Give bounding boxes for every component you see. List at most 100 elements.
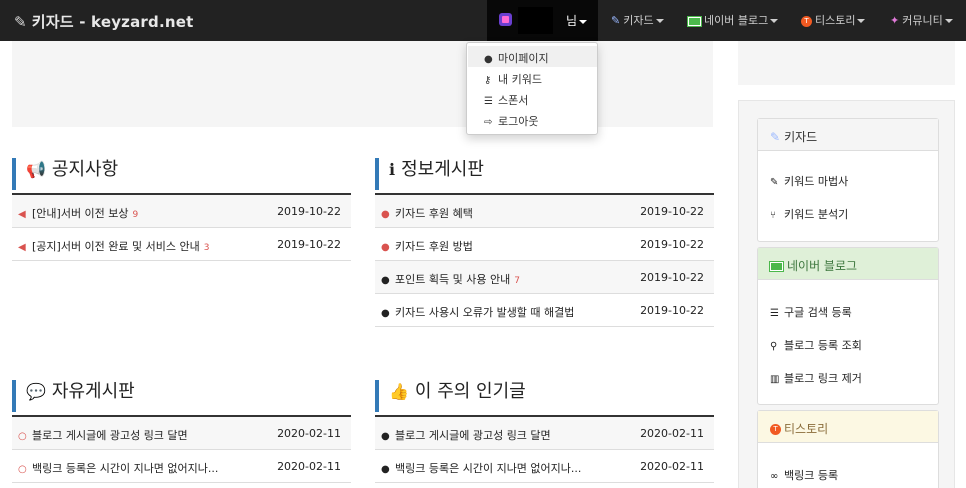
nav-menu-community[interactable]: ✦ 커뮤니티 [890, 12, 953, 28]
comments-icon: 💬 [26, 382, 46, 401]
user-suffix: 님 [566, 12, 588, 29]
menu-item-my-keywords[interactable]: ⚷ 내 키워드 [468, 67, 597, 88]
thumbs-up-icon: 👍 [389, 382, 409, 401]
magic-wand-icon: ✎ [611, 14, 621, 27]
trash-icon: ▥ [770, 374, 780, 385]
board-row[interactable]: ◀ [공지]서버 이전 완료 및 서비스 안내 3 2019-10-22 [12, 228, 351, 261]
megaphone-icon: ◀ [18, 209, 26, 220]
comments-icon: ● [381, 431, 390, 442]
board-notice: 📢 공지사항 ◀ [안내]서버 이전 보상 9 2019-10-22 ◀ [공지]서버 … [12, 158, 351, 261]
search-icon: ⚲ [770, 341, 778, 352]
post-title[interactable]: ● 포인트 획득 및 사용 안내 7 [381, 271, 520, 287]
comments-icon: ● [381, 464, 390, 475]
board-row[interactable]: ● 백링크 등록은 시간이 지나면 없어지나... 2020-02-11 [375, 450, 714, 483]
post-title[interactable]: ○ 블로그 게시글에 광고성 링크 달면 [18, 427, 188, 443]
nav-menu-tistory[interactable]: T 티스토리 [801, 12, 866, 28]
board-title[interactable]: ℹ 정보게시판 [375, 158, 714, 190]
board-row[interactable]: ● 키자드 후원 방법 2019-10-22 [375, 228, 714, 261]
board-row[interactable]: ◀ [안내]서버 이전 보상 9 2019-10-22 [12, 195, 351, 228]
info-circle-icon: ● [381, 308, 390, 319]
comment-count: 9 [132, 210, 139, 220]
menu-item-logout[interactable]: ⇨ 로그아웃 [468, 109, 597, 130]
post-title[interactable]: ◀ [안내]서버 이전 보상 9 [18, 205, 138, 221]
post-date: 2020-02-11 [277, 427, 341, 440]
sidebar-link-keyword-analyzer[interactable]: ⑂ 키워드 분석기 [770, 206, 848, 222]
sidebar-link-blog-remove[interactable]: ▥ 블로그 링크 제거 [770, 370, 862, 386]
exclamation-circle-icon: ● [381, 242, 390, 253]
menu-item-mypage[interactable]: ● 마이페이지 [468, 46, 597, 67]
board-info: ℹ 정보게시판 ● 키자드 후원 혜택 2019-10-22 ● 키자드 후원 방법 … [375, 158, 714, 327]
post-title[interactable]: ● 블로그 게시글에 광고성 링크 달면 [381, 427, 551, 443]
board-title[interactable]: 👍 이 주의 인기글 [375, 380, 714, 412]
coins-icon: ☰ [484, 96, 493, 107]
user-dropdown-menu: ● 마이페이지 ⚷ 내 키워드 ☰ 스폰서 ⇨ 로그아웃 [466, 42, 598, 135]
right-sidebar: ✎ 키자드 ✎ 키워드 마법사 ⑂ 키워드 분석기 네이버 블로그 ☰ 구글 검색 등록… [738, 100, 955, 488]
board-row[interactable]: ○ 블로그 게시글에 광고성 링크 달면 2020-02-11 [12, 417, 351, 450]
chevron-down-icon [770, 19, 779, 23]
brand-title: 키자드 - keyzard.net [31, 13, 194, 31]
panel-title: T 티스토리 [758, 411, 938, 443]
chevron-down-icon [579, 19, 588, 24]
post-date: 2019-10-22 [640, 238, 704, 251]
info-circle-icon: ● [381, 275, 390, 286]
magic-wand-icon: ✎ [770, 130, 781, 144]
post-title[interactable]: ● 키자드 후원 혜택 [381, 205, 473, 221]
board-row[interactable]: ● 블로그 게시글에 광고성 링크 달면 2020-02-11 [375, 417, 714, 450]
board-free: 💬 자유게시판 ○ 블로그 게시글에 광고성 링크 달면 2020-02-11 ○ 백… [12, 380, 351, 483]
magic-wand-icon: ✎ [14, 13, 27, 31]
panel-tistory: T 티스토리 ∞ 백링크 등록 [757, 410, 939, 488]
chevron-down-icon [655, 19, 664, 23]
nav-menu-keyzard[interactable]: ✎ 키자드 [611, 12, 664, 28]
comment-icon: ○ [18, 431, 27, 442]
code-fork-icon: ⑂ [770, 210, 776, 221]
panel-keyzard: ✎ 키자드 ✎ 키워드 마법사 ⑂ 키워드 분석기 [757, 118, 939, 242]
comment-count: 3 [203, 243, 210, 253]
post-title[interactable]: ● 백링크 등록은 시간이 지나면 없어지나... [381, 460, 581, 476]
post-date: 2020-02-11 [277, 460, 341, 473]
brand-link[interactable]: ✎ 키자드 - keyzard.net [14, 11, 193, 32]
top-banner-area [12, 41, 713, 127]
naver-blog-icon [687, 15, 702, 27]
panel-title: ✎ 키자드 [758, 119, 938, 151]
sidebar-link-blog-lookup[interactable]: ⚲ 블로그 등록 조회 [770, 337, 862, 353]
sign-out-icon: ⇨ [484, 117, 493, 128]
sidebar-link-keyword-wizard[interactable]: ✎ 키워드 마법사 [770, 173, 848, 189]
panel-naver-blog: 네이버 블로그 ☰ 구글 검색 등록 ⚲ 블로그 등록 조회 ▥ 블로그 링크 제거 [757, 247, 939, 405]
board-row[interactable]: ● 키자드 후원 혜택 2019-10-22 [375, 195, 714, 228]
info-circle-icon: ℹ [389, 160, 396, 179]
key-icon: ⚷ [484, 75, 492, 86]
megaphone-icon: 📢 [26, 160, 46, 179]
board-row[interactable]: ○ 백링크 등록은 시간이 지나면 없어지나... 2020-02-11 [12, 450, 351, 483]
post-title[interactable]: ● 키자드 후원 방법 [381, 238, 473, 254]
menu-item-sponsor[interactable]: ☰ 스폰서 [468, 88, 597, 109]
top-navbar: ✎ 키자드 - keyzard.net 님 ✎ 키자드 네이버 블로그 T 티스토리 … [0, 0, 966, 41]
megaphone-icon: ◀ [18, 242, 26, 253]
post-date: 2019-10-22 [640, 271, 704, 284]
post-date: 2019-10-22 [640, 304, 704, 317]
post-title[interactable]: ● 키자드 사용시 오류가 발생할 때 해결법 [381, 304, 574, 320]
community-icon: ✦ [890, 14, 900, 27]
board-row[interactable]: ● 포인트 획득 및 사용 안내 7 2019-10-22 [375, 261, 714, 294]
chevron-down-icon [857, 19, 866, 23]
link-icon: ∞ [770, 471, 779, 482]
post-date: 2019-10-22 [277, 238, 341, 251]
board-title[interactable]: 💬 자유게시판 [12, 380, 351, 412]
tistory-icon: T [770, 424, 781, 435]
comment-count: 7 [514, 276, 520, 286]
post-date: 2019-10-22 [277, 205, 341, 218]
board-row[interactable]: ● 키자드 사용시 오류가 발생할 때 해결법 2019-10-22 [375, 294, 714, 327]
chevron-down-icon [944, 19, 953, 23]
side-banner-area [738, 41, 955, 85]
nav-menu-naver-blog[interactable]: 네이버 블로그 [687, 12, 779, 28]
magic-wand-icon: ✎ [770, 177, 779, 188]
sidebar-link-backlink-register[interactable]: ∞ 백링크 등록 [770, 467, 838, 483]
board-title[interactable]: 📢 공지사항 [12, 158, 351, 190]
user-menu-toggle[interactable]: 님 [487, 0, 598, 41]
database-icon: ☰ [770, 308, 779, 319]
post-title[interactable]: ◀ [공지]서버 이전 완료 및 서비스 안내 3 [18, 238, 209, 254]
username-redacted [518, 7, 553, 34]
naver-blog-icon [769, 261, 784, 272]
sidebar-link-google-register[interactable]: ☰ 구글 검색 등록 [770, 304, 852, 320]
exclamation-circle-icon: ● [381, 209, 390, 220]
post-title[interactable]: ○ 백링크 등록은 시간이 지나면 없어지나... [18, 460, 218, 476]
